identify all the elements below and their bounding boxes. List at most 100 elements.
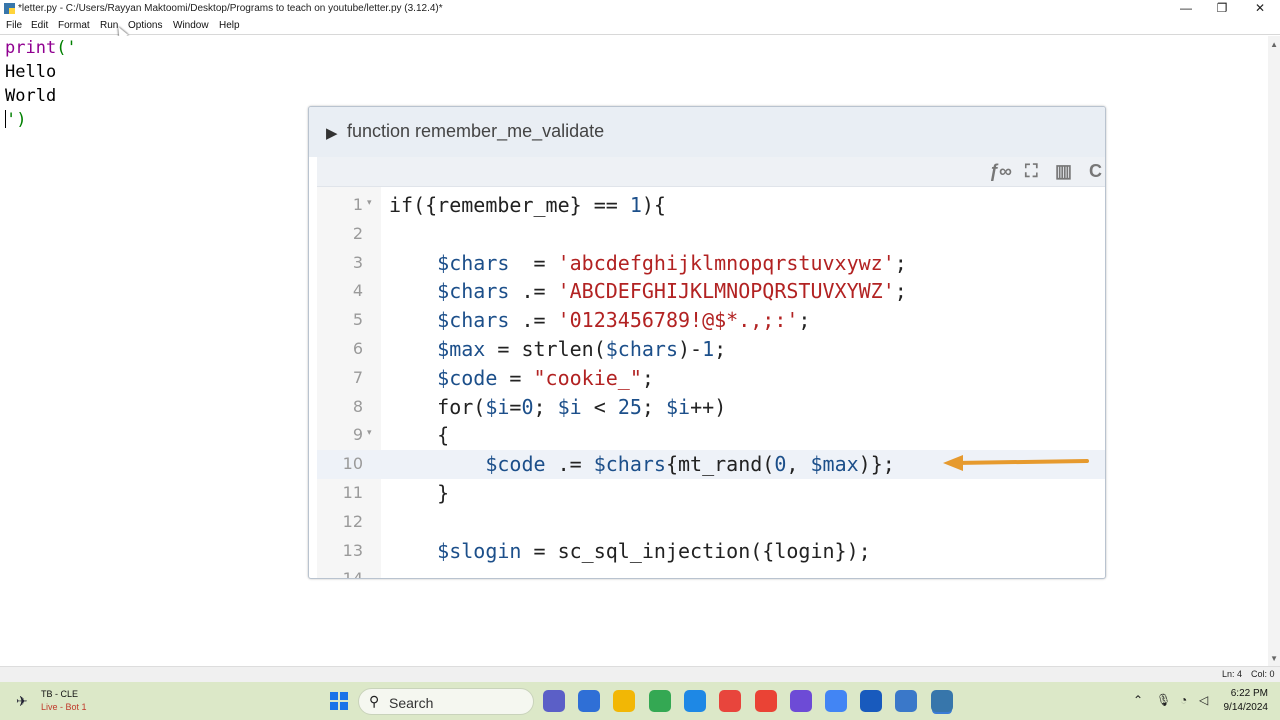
overlay-code-line: 14 bbox=[317, 565, 1105, 579]
fold-arrow-icon: ▾ bbox=[367, 427, 372, 438]
builtin-print: print bbox=[5, 38, 57, 58]
microphone-icon[interactable]: 🎙︎ bbox=[1156, 693, 1171, 707]
code-text: $code .= $chars{mt_rand(0, $max)}; bbox=[485, 452, 895, 477]
overlay-title: function remember_me_validate bbox=[347, 121, 605, 141]
chrome-icon-2[interactable] bbox=[825, 690, 847, 712]
settings-app-icon[interactable] bbox=[895, 690, 917, 712]
overlay-header: ▶ function remember_me_validate bbox=[309, 107, 1105, 157]
status-bar: Ln: 4 Col: 0 bbox=[0, 666, 1280, 682]
clock-time[interactable]: 6:22 PM bbox=[1222, 688, 1268, 699]
volume-icon[interactable]: ◁ bbox=[1199, 693, 1208, 707]
search-label: Search bbox=[389, 695, 434, 711]
string-close: ') bbox=[6, 110, 27, 130]
snipping-tool-icon[interactable] bbox=[790, 690, 812, 712]
columns-icon: ▥ bbox=[1055, 161, 1073, 181]
overlay-code-line: 4 $chars .= 'ABCDEFGHIJKLMNOPQRSTUVXYWZ'… bbox=[317, 277, 1105, 306]
line-number: 7 bbox=[352, 367, 363, 387]
overlay-code-line: 3 $chars = 'abcdefghijklmnopqrstuvxywz'; bbox=[317, 249, 1105, 278]
line-number: 4 bbox=[352, 281, 363, 301]
menu-edit[interactable]: Edit bbox=[31, 20, 48, 31]
menu-window[interactable]: Window bbox=[173, 20, 209, 31]
menu-file[interactable]: File bbox=[6, 20, 22, 31]
editor-line-3: World bbox=[5, 86, 57, 106]
overlay-code-line: 12 bbox=[317, 508, 1105, 537]
status-line: Ln: 4 bbox=[1222, 669, 1243, 679]
overlay-code-line: 6 $max = strlen($chars)-1; bbox=[317, 335, 1105, 364]
overlay-code-line: 11 } bbox=[317, 479, 1105, 508]
meet-app-icon[interactable] bbox=[543, 690, 565, 712]
overlay-code-line: 13 $slogin = sc_sql_injection({login}); bbox=[317, 537, 1105, 566]
restore-button[interactable]: ❐ bbox=[1204, 0, 1240, 18]
code-text: $slogin = sc_sql_injection({login}); bbox=[437, 538, 871, 563]
status-col: Col: 0 bbox=[1251, 669, 1275, 679]
tray-chevron-icon[interactable]: ⌃ bbox=[1133, 693, 1143, 707]
line-number: 1 bbox=[352, 195, 363, 214]
python-file-icon bbox=[4, 3, 15, 14]
window-title: *letter.py - C:/Users/Rayyan Maktoomi/De… bbox=[18, 3, 443, 14]
fullscreen-icon: ⛶ bbox=[1025, 161, 1038, 181]
close-button[interactable]: ✕ bbox=[1242, 0, 1278, 18]
line-number: 9 bbox=[352, 425, 363, 445]
code-text: $chars = 'abcdefghijklmnopqrstuvxywz'; bbox=[437, 250, 907, 275]
word-icon[interactable] bbox=[860, 690, 882, 712]
line-number: 2 bbox=[352, 223, 363, 243]
overlay-code-line: 7 $code = "cookie_"; bbox=[317, 364, 1105, 393]
overlay-code-line: 1 ▾ if({remember_me} == 1){ bbox=[317, 191, 1105, 220]
code-overlay-panel: ▶ function remember_me_validate ƒ∞ ⛶ ▥ C… bbox=[308, 106, 1106, 579]
python-idle-icon[interactable] bbox=[931, 690, 953, 712]
line-number: 5 bbox=[352, 310, 363, 330]
menu-format[interactable]: Format bbox=[58, 20, 90, 31]
line-number: 13 bbox=[342, 540, 363, 560]
line-number: 11 bbox=[342, 483, 363, 502]
line-number: 12 bbox=[342, 511, 363, 531]
taskbar-search[interactable]: ⚲ Search bbox=[358, 688, 534, 715]
photos-app-icon[interactable] bbox=[684, 690, 706, 712]
editor-line-4: ') bbox=[5, 108, 26, 132]
overlay-code-line: 8 for($i=0; $i < 25; $i++) bbox=[317, 393, 1105, 422]
chrome-profile-icon-2[interactable] bbox=[755, 690, 777, 712]
store-app-icon[interactable] bbox=[578, 690, 600, 712]
fx-icon: ƒ∞ bbox=[989, 161, 1012, 181]
scroll-down-icon[interactable]: ▼ bbox=[1270, 654, 1278, 663]
arrow-annotation-icon bbox=[943, 455, 1089, 471]
editor-line-2: Hello bbox=[5, 62, 57, 82]
chrome-icon[interactable] bbox=[719, 690, 741, 712]
menu-help[interactable]: Help bbox=[219, 20, 240, 31]
code-text: $code = "cookie_"; bbox=[437, 365, 654, 390]
code-text: } bbox=[389, 481, 450, 505]
code-text: if({remember_me} == 1){ bbox=[389, 193, 666, 217]
string-open: (' bbox=[56, 38, 77, 58]
expand-triangle-icon: ▶ bbox=[326, 125, 338, 142]
overlay-toolbar: ƒ∞ ⛶ ▥ C bbox=[317, 157, 1105, 187]
windows-start-icon[interactable] bbox=[330, 692, 348, 710]
file-explorer-icon[interactable] bbox=[613, 690, 635, 712]
code-text: { bbox=[389, 423, 450, 448]
code-text: $max = strlen($chars)-1; bbox=[437, 337, 727, 361]
code-text: $chars .= '0123456789!@$*.,;:'; bbox=[437, 308, 811, 333]
vertical-scrollbar[interactable] bbox=[1268, 36, 1280, 666]
fold-arrow-icon: ▾ bbox=[367, 197, 372, 207]
title-bar: *letter.py - C:/Users/Rayyan Maktoomi/De… bbox=[0, 0, 1280, 18]
overlay-code-line: 5 $chars .= '0123456789!@$*.,;:'; bbox=[317, 306, 1105, 335]
taskbar: ✈ TB - CLE Live - Bot 1 ⚲ Search ⌃ 🎙︎ ◔ … bbox=[0, 682, 1280, 720]
weather-title[interactable]: TB - CLE bbox=[41, 689, 78, 699]
code-text: $chars .= 'ABCDEFGHIJKLMNOPQRSTUVXYWZ'; bbox=[437, 279, 907, 304]
line-number: 10 bbox=[342, 454, 363, 474]
minimize-button[interactable]: — bbox=[1168, 0, 1204, 18]
scroll-up-icon[interactable]: ▲ bbox=[1270, 40, 1278, 49]
overlay-code-line: 2 bbox=[317, 220, 1105, 249]
menu-options[interactable]: Options bbox=[128, 20, 162, 31]
code-text: for($i=0; $i < 25; $i++) bbox=[389, 394, 727, 419]
editor-line-1: print(' bbox=[5, 36, 77, 60]
menu-bar: File Edit Format Run Options Window Help bbox=[0, 18, 1280, 35]
line-number: 3 bbox=[352, 252, 363, 272]
weather-widget-icon[interactable]: ✈ bbox=[16, 693, 28, 710]
c-icon: C bbox=[1089, 161, 1102, 181]
line-number: 14 bbox=[342, 569, 363, 579]
weather-subtitle[interactable]: Live - Bot 1 bbox=[41, 702, 87, 712]
search-icon: ⚲ bbox=[369, 693, 380, 709]
overlay-code-line: 9 ▾ { bbox=[317, 421, 1105, 450]
wifi-icon[interactable]: ◔ bbox=[1180, 693, 1187, 707]
chrome-profile-icon[interactable] bbox=[649, 690, 671, 712]
clock-date[interactable]: 9/14/2024 bbox=[1222, 702, 1269, 713]
